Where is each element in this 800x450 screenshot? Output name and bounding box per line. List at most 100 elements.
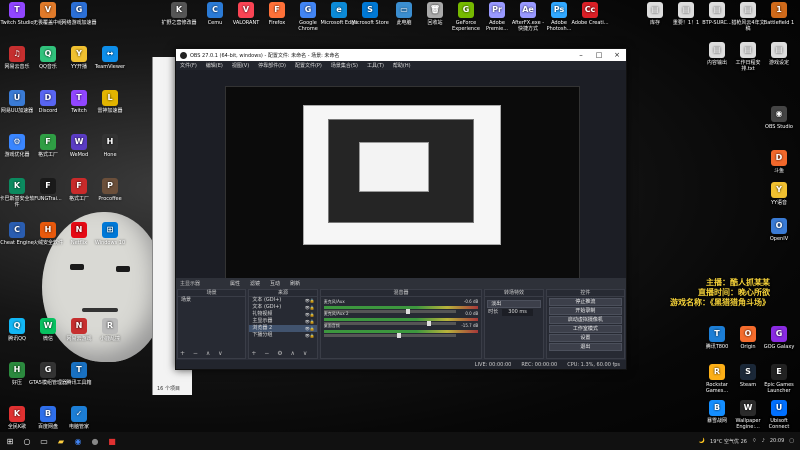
properties-button[interactable]: 属性 (230, 280, 240, 287)
app-icon: K (171, 2, 187, 18)
desktop-icon-gog-galaxy[interactable]: G GOG Galaxy (760, 326, 798, 350)
desktop-icon-app[interactable]: T 腾讯工具箱 (60, 362, 98, 386)
desktop-icon-app[interactable]: G 网络游戏加速器 (60, 2, 98, 26)
menu-item[interactable]: 配置文件(P) (295, 62, 322, 69)
desktop-icon-label: 游戏设定 (768, 60, 789, 66)
search-icon[interactable]: ○ (20, 435, 34, 447)
lock-icon[interactable]: 🔒 (310, 318, 315, 325)
obs-window[interactable]: OBS 27.0.1 (64-bit, windows) - 配置文件: 未命名… (175, 48, 627, 370)
obs-taskbar-icon[interactable]: ● (88, 435, 102, 447)
desktop-icon-teamviewer[interactable]: ↔ TeamViewer (91, 46, 129, 70)
sources-list: 文本 (GDI+) 👁 🔒 文本 (GDI+) 👁 🔒 礼物视频 👁 🔒 主显示器 👁 🔒 浏览器 2 👁… (249, 297, 317, 339)
lock-icon[interactable]: 🔒 (310, 332, 315, 339)
menu-item[interactable]: 帮助(H) (393, 62, 411, 69)
volume-knob[interactable] (396, 333, 401, 338)
chrome-icon[interactable]: ◉ (71, 435, 85, 447)
control-button-0[interactable]: 停止推流 (548, 298, 622, 306)
lock-icon[interactable]: 🔒 (310, 304, 315, 311)
notification-icon[interactable]: ▢ (789, 438, 794, 444)
desktop-icon-procoffee[interactable]: P Procoffee (91, 178, 129, 202)
app-icon: O (740, 326, 756, 342)
desktop-icon-app[interactable]: D 斗鱼 (760, 150, 798, 174)
filters-button[interactable]: 滤镜 (250, 280, 260, 287)
mixer-track-header: 麦克风/Aux -0.6 dB (324, 299, 479, 305)
scenes-panel: 场景 场景 + − ∧ ∨ (177, 289, 247, 359)
menu-item[interactable]: 视图(V) (232, 62, 249, 69)
overlay-line: 主播：酷人抓某某 (706, 278, 770, 287)
source-item[interactable]: 主显示器 👁 🔒 (249, 318, 316, 325)
transition-select[interactable]: 淡出 (487, 300, 541, 308)
mascot-mouth (82, 308, 118, 312)
app-icon: G (71, 2, 87, 18)
interact-button[interactable]: 互动 (270, 280, 280, 287)
duration-field[interactable]: 300 ms (502, 309, 533, 316)
app-icon: ▤ (647, 2, 663, 18)
maximize-icon[interactable]: □ (590, 51, 608, 59)
task-view-icon[interactable]: ▭ (37, 435, 51, 447)
rec-status: REC: 00:00:00 (521, 361, 558, 368)
network-icon[interactable]: ⌔ (752, 438, 757, 444)
menu-item[interactable]: 文件(F) (180, 62, 197, 69)
desktop-icon-app[interactable]: K 扩野之营修改器 (160, 2, 198, 26)
desktop-icon-app[interactable]: L 雷神加速器 (91, 90, 129, 114)
lock-icon[interactable]: 🔒 (310, 297, 315, 304)
source-item[interactable]: 浏览器 2 👁 🔒 (249, 325, 317, 332)
volume-icon[interactable]: ♪ (762, 438, 765, 444)
app-taskbar-icon[interactable]: ■ (105, 435, 119, 447)
desktop-icon-label: Ubisoft Connect (768, 418, 790, 430)
menu-item[interactable]: 停靠部件(D) (258, 62, 286, 69)
desktop-icon-battlefield-1[interactable]: 1 Battlefield 1 (760, 2, 798, 26)
control-button-4[interactable]: 设置 (548, 334, 622, 342)
desktop-icon-epic-games-launcher[interactable]: E Epic Games Launcher (760, 364, 798, 394)
desktop-icon-hone[interactable]: H Hone (91, 134, 129, 158)
desktop-icon-microsoft-store[interactable]: S Microsoft Store (351, 2, 389, 26)
desktop-icon-app[interactable]: R 小鹿乱撞 (91, 318, 129, 342)
app-icon: K (9, 406, 25, 422)
lock-icon[interactable]: 🔒 (310, 325, 315, 332)
app-icon: ↔ (102, 46, 118, 62)
source-name: 文本 (GDI+) (252, 297, 282, 303)
source-item[interactable]: 文本 (GDI+) 👁 🔒 (249, 297, 316, 304)
app-icon: W (740, 400, 756, 416)
obs-menubar: 文件(F) 编辑(E) 视图(V) 停靠部件(D) 配置文件(P) 场景集合(S) 工具(T… (176, 61, 626, 70)
desktop-icon-ubisoft-connect[interactable]: U Ubisoft Connect (760, 400, 798, 430)
source-item[interactable]: 下播分组 👁 🔒 (249, 332, 316, 339)
clock[interactable]: 20:09 (770, 438, 784, 444)
obs-titlebar[interactable]: OBS 27.0.1 (64-bit, windows) - 配置文件: 未命名… (176, 49, 626, 61)
source-toolbar: 主显示器 属性 滤镜 互动 刷新 (176, 278, 626, 289)
scenes-footer[interactable]: + − ∧ ∨ (180, 350, 226, 357)
scene-item[interactable]: 场景 (178, 297, 245, 304)
lock-icon[interactable]: 🔒 (310, 311, 315, 318)
refresh-button[interactable]: 刷新 (290, 280, 300, 287)
preview-canvas[interactable] (225, 86, 580, 286)
menu-item[interactable]: 场景集合(S) (331, 62, 358, 69)
source-item[interactable]: 文本 (GDI+) 👁 🔒 (249, 304, 316, 311)
desktop-icon-windows-10[interactable]: ⊞ Windows 10 (91, 222, 129, 246)
close-icon[interactable]: × (608, 51, 626, 59)
menu-item[interactable]: 工具(T) (367, 62, 384, 69)
desktop-icon-app[interactable]: ▤ 游戏设定 (760, 42, 798, 66)
app-icon: ♫ (9, 46, 25, 62)
start-button[interactable]: ⊞ (3, 435, 17, 447)
desktop-icon-obs-studio[interactable]: ◉ OBS Studio (760, 106, 798, 130)
control-button-1[interactable]: 开始录制 (548, 307, 622, 315)
weather-text[interactable]: 19°C 空气优 26 (710, 438, 747, 445)
control-button-3[interactable]: 工作室模式 (548, 325, 622, 333)
file-explorer-icon[interactable]: ▰ (54, 435, 68, 447)
menu-item[interactable]: 编辑(E) (206, 62, 223, 69)
app-icon: Q (9, 318, 25, 334)
desktop-icon-openiv[interactable]: O OpenIV (760, 218, 798, 242)
desktop-icon-label: Microsoft Store (351, 20, 389, 26)
mixer-track-header: 麦克风/Aux 2 0.0 dB (324, 311, 479, 317)
control-button-2[interactable]: 启动虚拟摄像机 (548, 316, 622, 324)
app-icon: ⚙ (9, 134, 25, 150)
minimize-icon[interactable]: – (572, 51, 590, 59)
control-button-5[interactable]: 退出 (548, 343, 622, 351)
volume-slider[interactable] (323, 333, 457, 338)
sources-footer[interactable]: + − ⚙ ∧ ∨ (251, 350, 310, 357)
desktop-icon-yy[interactable]: Y YY语音 (760, 182, 798, 206)
source-item[interactable]: 礼物视频 👁 🔒 (249, 311, 316, 318)
desktop-icon-app[interactable]: ✓ 电脑管家 (60, 406, 98, 430)
app-icon: S (740, 364, 756, 380)
desktop-icon-adobe-creati[interactable]: Cc Adobe Creati... (571, 2, 609, 26)
